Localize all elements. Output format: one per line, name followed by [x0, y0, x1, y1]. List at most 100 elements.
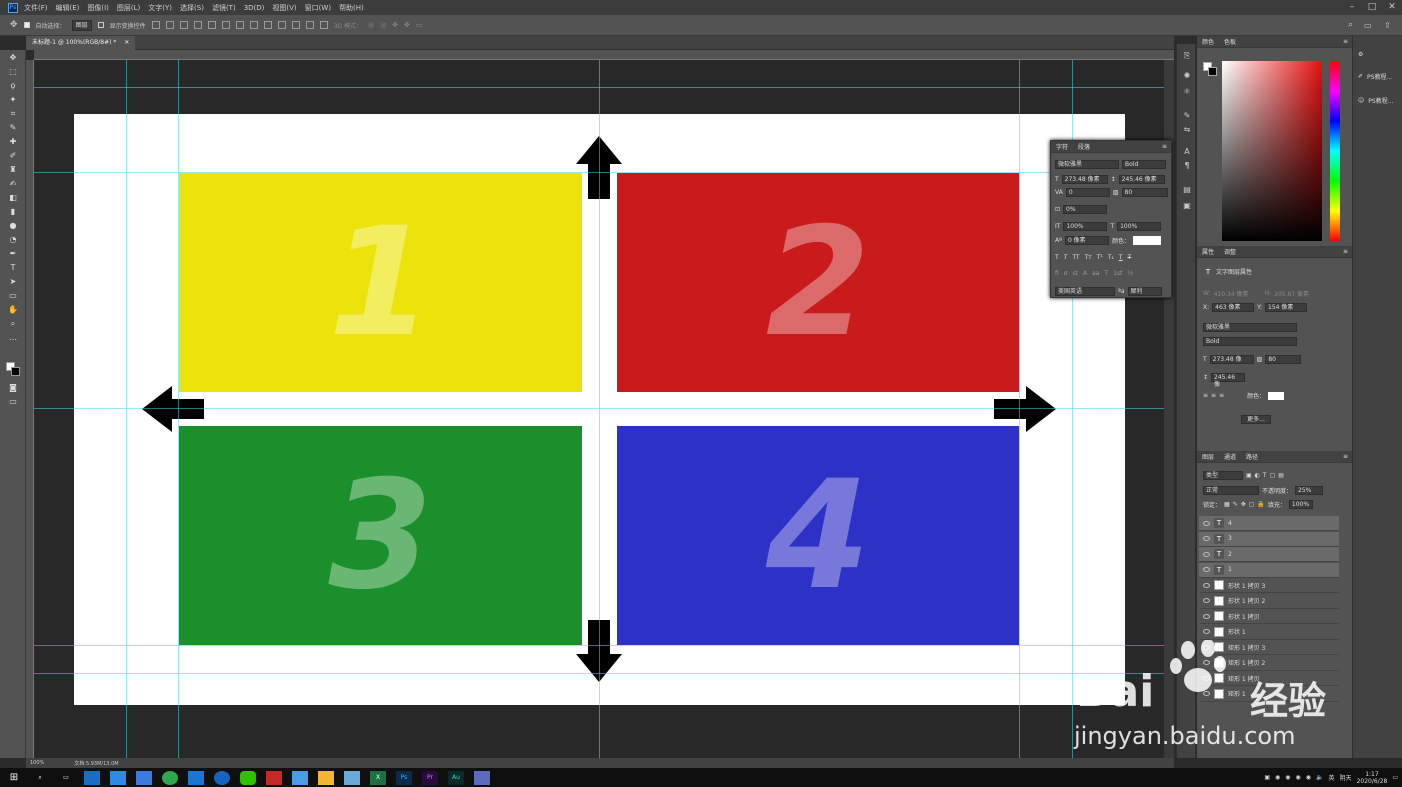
tray-icon[interactable]: ◉	[1296, 774, 1301, 781]
photoshop-icon[interactable]: Ps	[396, 770, 412, 785]
distribute-bottom-icon[interactable]	[263, 21, 272, 29]
tab-properties[interactable]: 属性	[1202, 247, 1214, 256]
visibility-eye-icon[interactable]	[1203, 536, 1210, 541]
distribute-hcenter-icon[interactable]	[291, 21, 300, 29]
panel-menu-icon[interactable]: ≡	[1343, 38, 1348, 45]
minimize-icon[interactable]: –	[1342, 0, 1362, 15]
menu-3d[interactable]: 3D(D)	[244, 4, 265, 12]
blend-mode-select[interactable]: 正常	[1203, 486, 1259, 495]
windows-start-icon[interactable]: ⊞	[6, 771, 22, 785]
hand-tool-icon[interactable]: ✋	[8, 306, 18, 314]
fill-input[interactable]: 100%	[1288, 500, 1313, 509]
eyedropper-tool-icon[interactable]: ✎	[8, 124, 18, 132]
text-color-swatch[interactable]	[1132, 235, 1161, 245]
taskbar-app-icon[interactable]	[136, 770, 152, 785]
close-tab-icon[interactable]: ✕	[124, 39, 129, 46]
move-tool-icon[interactable]: ✥	[10, 20, 18, 30]
guide-line[interactable]	[34, 408, 1164, 409]
healing-brush-tool-icon[interactable]: ✚	[8, 138, 18, 146]
menu-filter[interactable]: 滤镜(T)	[212, 3, 236, 13]
premiere-icon[interactable]: Pr	[422, 770, 438, 785]
tab-adjustments[interactable]: 调整	[1224, 247, 1236, 256]
menu-select[interactable]: 选择(S)	[180, 3, 204, 13]
leading-input[interactable]: 245.46 像素	[1118, 174, 1165, 184]
brush-settings-icon[interactable]: ✺	[1182, 72, 1192, 80]
eraser-tool-icon[interactable]: ◧	[8, 194, 18, 202]
prop-leading-input[interactable]: 245.46 像	[1211, 373, 1246, 388]
distribute-right-icon[interactable]	[305, 21, 314, 29]
history-panel-icon[interactable]: ⎘	[1182, 52, 1192, 60]
panel-menu-icon[interactable]: ≡	[1343, 248, 1348, 255]
swatches-icon[interactable]: ⇋	[1182, 126, 1192, 134]
tab-paragraph[interactable]: 段落	[1078, 142, 1090, 151]
contextual-icon[interactable]: ơ	[1064, 270, 1068, 277]
clock[interactable]: 1:17 2020/6/28	[1357, 771, 1388, 785]
3d-pan-icon[interactable]: ✥	[392, 21, 398, 29]
guide-line[interactable]	[178, 60, 179, 758]
discretionary-icon[interactable]: st	[1072, 270, 1077, 277]
all-caps-icon[interactable]: TT	[1072, 254, 1079, 261]
lock-paint-icon[interactable]: ✎	[1233, 501, 1238, 508]
font-size-input[interactable]: 273.48 像素	[1061, 174, 1108, 184]
lock-move-icon[interactable]: ✥	[1241, 501, 1246, 508]
visibility-eye-icon[interactable]	[1203, 582, 1210, 588]
close-icon[interactable]: ✕	[1382, 0, 1402, 15]
more-tools-icon[interactable]: ⋯	[8, 336, 18, 344]
layer-row[interactable]: 形状 1	[1199, 625, 1339, 640]
guide-line[interactable]	[1019, 60, 1020, 758]
brushes-panel-icon[interactable]: ⚛	[1182, 88, 1192, 96]
taskbar-app-icon[interactable]	[110, 770, 126, 785]
blur-tool-icon[interactable]: ●	[8, 222, 18, 230]
audition-icon[interactable]: Au	[448, 770, 464, 785]
guide-line[interactable]	[34, 645, 1164, 646]
magic-wand-tool-icon[interactable]: ✦	[8, 96, 18, 104]
baseline-input[interactable]: 0 像素	[1064, 235, 1109, 245]
filter-smart-icon[interactable]: ▤	[1278, 472, 1284, 479]
faux-italic-icon[interactable]: T	[1064, 254, 1068, 261]
path-selection-tool-icon[interactable]: ➤	[8, 278, 18, 286]
layer-row[interactable]: 形状 1 拷贝	[1199, 609, 1339, 624]
tab-paths[interactable]: 路径	[1246, 452, 1258, 461]
clone-stamp-tool-icon[interactable]: ♜	[8, 166, 18, 174]
quick-mask-icon[interactable]: ◙	[8, 384, 18, 392]
visibility-eye-icon[interactable]	[1203, 613, 1210, 619]
guide-line[interactable]	[126, 60, 127, 758]
shape-tool-icon[interactable]: ▭	[8, 292, 18, 300]
share-icon[interactable]: ⇪	[1384, 21, 1391, 30]
layer-row[interactable]: 形状 1 拷贝 3	[1199, 578, 1339, 593]
lock-pixels-icon[interactable]: ▦	[1224, 501, 1230, 508]
swash-icon[interactable]: A	[1083, 270, 1087, 277]
prop-size-input[interactable]: 273.48 像	[1209, 355, 1254, 364]
panel-menu-icon[interactable]: ≡	[1162, 143, 1167, 150]
history-brush-tool-icon[interactable]: ✍	[8, 180, 18, 188]
menu-window[interactable]: 窗口(W)	[305, 3, 331, 13]
font-family-select[interactable]: 微软雅黑	[1055, 159, 1119, 169]
ps-tutorial-2-button[interactable]: ☺ PS教程...	[1358, 94, 1393, 106]
tab-character[interactable]: 字符	[1056, 142, 1068, 151]
vertical-scale-input[interactable]: 100%	[1063, 221, 1108, 231]
subscript-icon[interactable]: T₁	[1108, 254, 1114, 261]
tab-channels[interactable]: 通道	[1224, 452, 1236, 461]
color-picker-field[interactable]	[1222, 61, 1322, 241]
alternates-icon[interactable]: aa	[1092, 270, 1099, 277]
strikethrough-icon[interactable]: T	[1128, 254, 1132, 261]
menu-file[interactable]: 文件(F)	[24, 3, 48, 13]
tracking-input[interactable]: 80	[1121, 187, 1168, 197]
lock-all-icon[interactable]: 🔒	[1257, 501, 1264, 508]
show-transform-checkbox[interactable]	[97, 22, 104, 28]
hue-slider[interactable]	[1330, 61, 1340, 241]
prop-color-swatch[interactable]	[1268, 391, 1285, 400]
faux-bold-icon[interactable]: T	[1055, 254, 1059, 261]
type-tool-icon[interactable]: T	[8, 264, 18, 272]
excel-icon[interactable]: X	[370, 770, 386, 785]
taskbar-app-icon[interactable]	[84, 770, 100, 785]
move-tool-icon[interactable]: ✥	[8, 54, 18, 62]
maximize-icon[interactable]: □	[1362, 0, 1382, 15]
guide-line[interactable]	[599, 60, 600, 758]
taskbar-search-icon[interactable]: ⌕	[32, 771, 48, 785]
tray-icon[interactable]: ▣	[1264, 774, 1270, 781]
ligature-icon[interactable]: fi	[1055, 270, 1059, 277]
taskbar-app-icon[interactable]	[474, 770, 490, 785]
background-color-swatch[interactable]	[11, 367, 20, 376]
distribute-vcenter-icon[interactable]	[249, 21, 258, 29]
